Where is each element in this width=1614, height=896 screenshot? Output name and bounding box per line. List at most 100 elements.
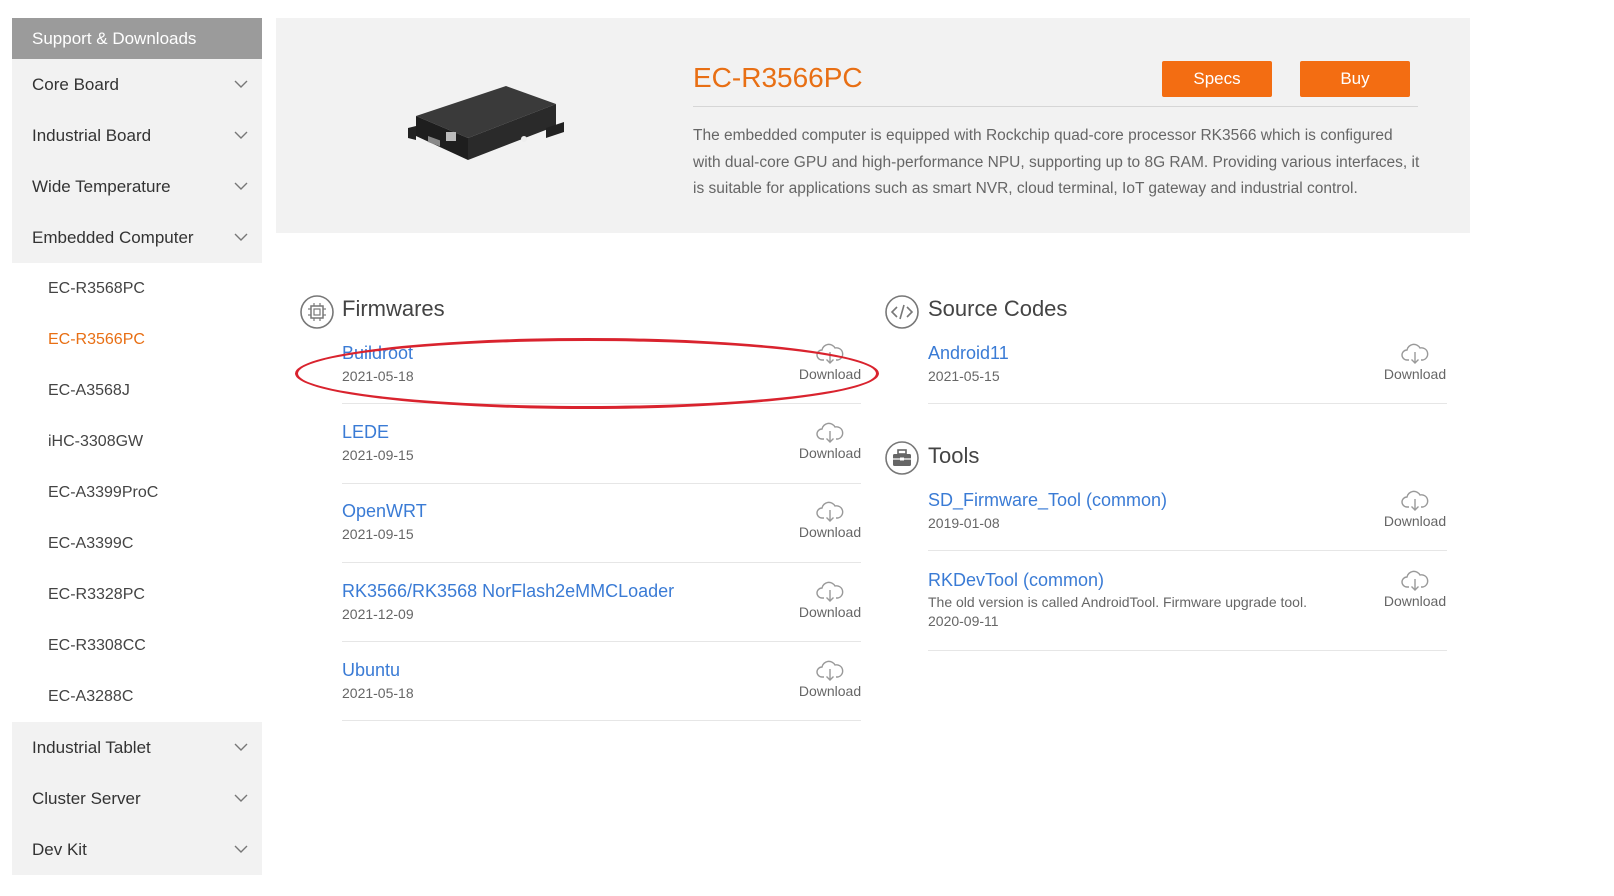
chevron-down-icon bbox=[234, 743, 248, 751]
firmware-link[interactable]: OpenWRT bbox=[342, 501, 427, 522]
sidebar-category-dev-kit[interactable]: Dev Kit bbox=[12, 824, 262, 875]
sidebar-subitem-ec-r3328pc[interactable]: EC-R3328PC bbox=[12, 569, 262, 620]
source-code-link[interactable]: Android11 bbox=[928, 343, 1009, 364]
download-button[interactable]: Download bbox=[1383, 570, 1447, 609]
cloud-download-icon bbox=[1401, 570, 1429, 591]
buy-button[interactable]: Buy bbox=[1300, 61, 1410, 97]
sidebar-category-wide-temperature[interactable]: Wide Temperature bbox=[12, 161, 262, 212]
sidebar-category-cluster-server[interactable]: Cluster Server bbox=[12, 773, 262, 824]
chevron-down-icon bbox=[234, 131, 248, 139]
tool-link[interactable]: RKDevTool (common) bbox=[928, 570, 1307, 591]
cloud-download-icon bbox=[1401, 490, 1429, 511]
firmwares-title: Firmwares bbox=[342, 296, 445, 321]
product-hero: EC-R3566PC Specs Buy The embedded comput… bbox=[276, 18, 1470, 233]
chevron-down-icon bbox=[234, 845, 248, 853]
download-label: Download bbox=[798, 445, 862, 461]
sidebar-category-core-board[interactable]: Core Board bbox=[12, 59, 262, 110]
source-code-date: 2021-05-15 bbox=[928, 368, 1000, 384]
source-code-item: Android11 2021-05-15 bbox=[928, 343, 1009, 384]
row-divider bbox=[342, 720, 861, 721]
firmware-item: OpenWRT 2021-09-15 bbox=[342, 501, 427, 542]
download-button[interactable]: Download bbox=[798, 422, 862, 461]
sidebar-category-label: Embedded Computer bbox=[32, 228, 194, 247]
sidebar-subitem-ec-r3566pc[interactable]: EC-R3566PC bbox=[12, 314, 262, 365]
sidebar-subitem-ec-a3399c[interactable]: EC-A3399C bbox=[12, 518, 262, 569]
download-button[interactable]: Download bbox=[798, 343, 862, 382]
download-button[interactable]: Download bbox=[1383, 343, 1447, 382]
firmware-date: 2021-12-09 bbox=[342, 606, 414, 622]
download-button[interactable]: Download bbox=[1383, 490, 1447, 529]
row-divider bbox=[928, 403, 1447, 404]
sidebar-header: Support & Downloads bbox=[12, 18, 262, 59]
tool-note: The old version is called AndroidTool. F… bbox=[928, 594, 1307, 610]
cloud-download-icon bbox=[1401, 343, 1429, 364]
firmware-date: 2021-05-18 bbox=[342, 685, 414, 701]
product-title: EC-R3566PC bbox=[693, 62, 863, 93]
product-description: The embedded computer is equipped with R… bbox=[693, 127, 1420, 197]
download-label: Download bbox=[1383, 513, 1447, 529]
firmware-link[interactable]: Ubuntu bbox=[342, 660, 414, 681]
firmware-link[interactable]: LEDE bbox=[342, 422, 414, 443]
firmware-date: 2021-09-15 bbox=[342, 447, 414, 463]
firmware-date: 2021-05-18 bbox=[342, 368, 414, 384]
firmware-link[interactable]: Buildroot bbox=[342, 343, 414, 364]
tools-title: Tools bbox=[928, 443, 980, 468]
tool-date: 2020-09-11 bbox=[928, 613, 999, 629]
source-codes-title: Source Codes bbox=[928, 296, 1068, 321]
row-divider bbox=[928, 550, 1447, 551]
tool-link[interactable]: SD_Firmware_Tool (common) bbox=[928, 490, 1167, 511]
hero-divider bbox=[693, 106, 1418, 107]
sidebar-category-label: Core Board bbox=[32, 75, 119, 94]
download-label: Download bbox=[1383, 366, 1447, 382]
sidebar-subitem-ec-a3288c[interactable]: EC-A3288C bbox=[12, 671, 262, 722]
firmware-item: RK3566/RK3568 NorFlash2eMMCLoader 2021-1… bbox=[342, 581, 674, 622]
cloud-download-icon bbox=[816, 422, 844, 443]
firmware-item: Buildroot 2021-05-18 bbox=[342, 343, 414, 384]
cloud-download-icon bbox=[816, 343, 844, 364]
download-label: Download bbox=[798, 683, 862, 699]
firmware-date: 2021-09-15 bbox=[342, 526, 414, 542]
chip-icon bbox=[300, 295, 334, 329]
download-label: Download bbox=[1383, 593, 1447, 609]
toolbox-icon bbox=[885, 441, 919, 475]
sidebar-subitem-ec-r3568pc[interactable]: EC-R3568PC bbox=[12, 263, 262, 314]
sidebar-category-label: Industrial Board bbox=[32, 126, 152, 145]
download-button[interactable]: Download bbox=[798, 660, 862, 699]
tool-date: 2019-01-08 bbox=[928, 515, 1000, 531]
firmware-item: Ubuntu 2021-05-18 bbox=[342, 660, 414, 701]
specs-button[interactable]: Specs bbox=[1162, 61, 1272, 97]
sidebar-category-label: Dev Kit bbox=[32, 840, 87, 859]
sidebar-category-embedded-computer[interactable]: Embedded Computer bbox=[12, 212, 262, 263]
chevron-down-icon bbox=[234, 80, 248, 88]
chevron-down-icon bbox=[234, 233, 248, 241]
sidebar-category-industrial-board[interactable]: Industrial Board bbox=[12, 110, 262, 161]
product-image bbox=[408, 86, 564, 160]
row-divider bbox=[342, 403, 861, 404]
download-label: Download bbox=[798, 366, 862, 382]
sidebar-category-label: Cluster Server bbox=[32, 789, 141, 808]
sidebar-subitem-ec-a3399proc[interactable]: EC-A3399ProC bbox=[12, 467, 262, 518]
sidebar-subitem-ec-r3308cc[interactable]: EC-R3308CC bbox=[12, 620, 262, 671]
firmware-link[interactable]: RK3566/RK3568 NorFlash2eMMCLoader bbox=[342, 581, 674, 602]
sidebar-subitem-ec-a3568j[interactable]: EC-A3568J bbox=[12, 365, 262, 416]
row-divider bbox=[928, 650, 1447, 651]
sidebar-category-label: Wide Temperature bbox=[32, 177, 171, 196]
sidebar-category-industrial-tablet[interactable]: Industrial Tablet bbox=[12, 722, 262, 773]
firmware-item: LEDE 2021-09-15 bbox=[342, 422, 414, 463]
row-divider bbox=[342, 562, 861, 563]
tool-item: SD_Firmware_Tool (common) 2019-01-08 bbox=[928, 490, 1167, 531]
cloud-download-icon bbox=[816, 581, 844, 602]
download-button[interactable]: Download bbox=[798, 501, 862, 540]
download-button[interactable]: Download bbox=[798, 581, 862, 620]
sidebar: Support & Downloads Core Board Industria… bbox=[12, 18, 262, 875]
chevron-down-icon bbox=[234, 794, 248, 802]
chevron-down-icon bbox=[234, 182, 248, 190]
tool-item: RKDevTool (common) The old version is ca… bbox=[928, 570, 1307, 629]
row-divider bbox=[342, 641, 861, 642]
code-icon bbox=[885, 295, 919, 329]
cloud-download-icon bbox=[816, 501, 844, 522]
row-divider bbox=[342, 483, 861, 484]
sidebar-subitem-ihc-3308gw[interactable]: iHC-3308GW bbox=[12, 416, 262, 467]
download-label: Download bbox=[798, 524, 862, 540]
sidebar-category-label: Industrial Tablet bbox=[32, 738, 151, 757]
